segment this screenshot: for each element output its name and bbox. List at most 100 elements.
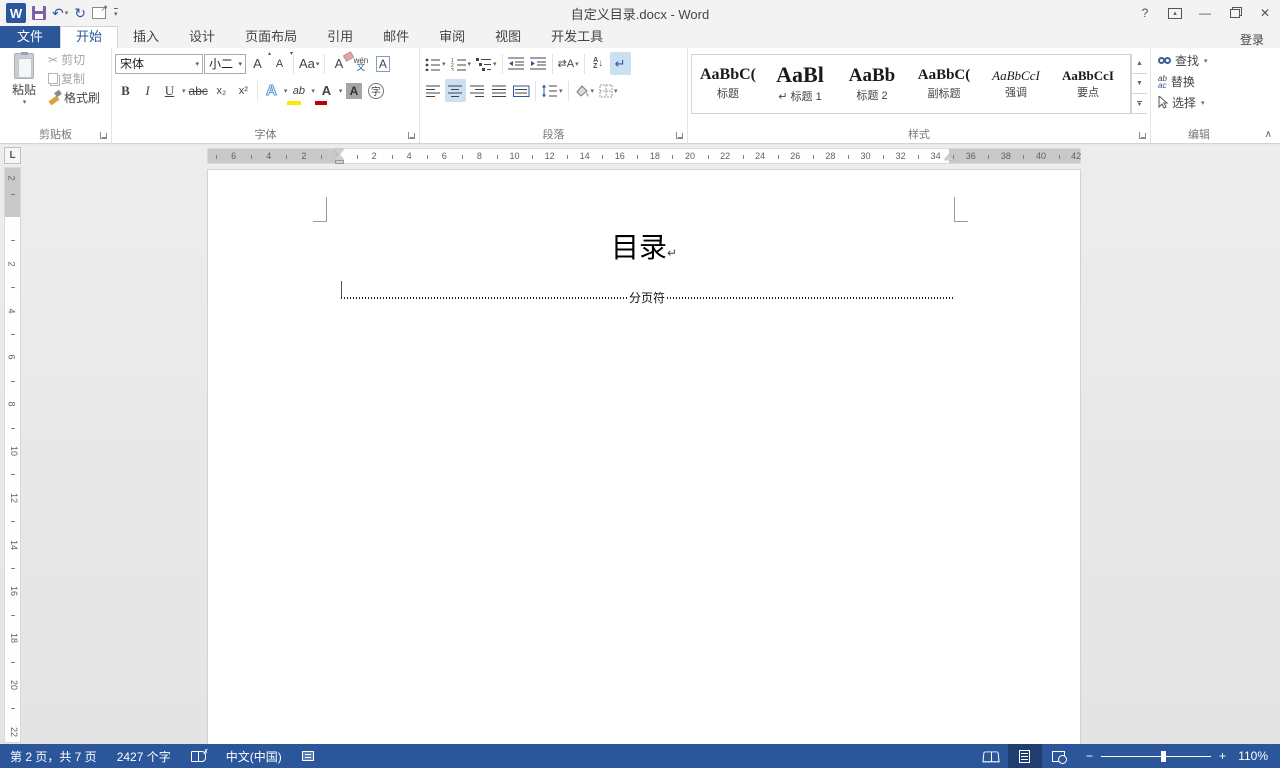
zoom-in-button[interactable]: + (1219, 749, 1226, 763)
font-dialog-launcher-icon[interactable] (407, 131, 417, 141)
style-item[interactable]: AaBbC(副标题 (908, 55, 980, 113)
highlight-button[interactable]: ab (287, 79, 309, 105)
document-page[interactable]: 目录↵ 分页符 (207, 169, 1081, 744)
strikethrough-button[interactable]: abc (187, 79, 210, 102)
tab-视图[interactable]: 视图 (480, 26, 536, 48)
line-spacing-button[interactable]: ▾ (539, 79, 565, 102)
tab-审阅[interactable]: 审阅 (424, 26, 480, 48)
numbering-button[interactable]: 1 2 3 ▾ (449, 52, 474, 75)
shading-button[interactable]: ▾ (572, 79, 597, 102)
sign-in-link[interactable]: 登录 (1240, 31, 1280, 48)
macro-record-button[interactable] (292, 744, 324, 768)
find-button[interactable]: 查找 ▾ (1154, 50, 1244, 71)
borders-button[interactable]: ▾ (597, 79, 620, 102)
text-effects-button[interactable]: A (261, 79, 282, 102)
shrink-font-button[interactable]: A (269, 50, 293, 75)
styles-scroll-up-button[interactable]: ▲ (1132, 54, 1147, 74)
underline-dropdown-icon[interactable]: ▾ (182, 87, 186, 95)
zoom-slider[interactable] (1100, 750, 1211, 762)
align-left-button[interactable] (423, 79, 444, 102)
style-item[interactable]: AaBb 标题 2 (836, 55, 908, 113)
phonetic-guide-button[interactable]: wén 文 (350, 52, 371, 75)
clipboard-dialog-launcher-icon[interactable] (99, 131, 109, 141)
font-color-button[interactable]: A (314, 79, 337, 105)
paste-button[interactable]: 粘贴 ▾ (3, 50, 45, 108)
select-dropdown-icon[interactable]: ▾ (1201, 99, 1205, 107)
vertical-ruler[interactable]: 2 2 4 6 8 10 12 14 16 18 20 22 (4, 167, 21, 743)
left-indent-marker[interactable] (335, 160, 344, 164)
grow-font-button[interactable]: A (247, 50, 271, 75)
close-button[interactable]: ✕ (1250, 0, 1280, 26)
tab-插入[interactable]: 插入 (118, 26, 174, 48)
find-dropdown-icon[interactable]: ▾ (1204, 57, 1208, 65)
format-painter-button[interactable]: 格式刷 (45, 88, 103, 107)
read-mode-icon (982, 750, 1000, 762)
asian-layout-button[interactable]: ⇄A ▾ (556, 52, 581, 75)
show-hide-marks-button[interactable]: ↵ (609, 52, 631, 75)
bold-button[interactable]: B (115, 79, 136, 102)
cut-button[interactable]: ✂ 剪切 (45, 50, 103, 69)
superscript-button[interactable]: x² (233, 79, 254, 102)
ruler-tick (11, 380, 15, 382)
ribbon-display-options-button[interactable]: ▴ (1160, 0, 1190, 26)
align-right-button[interactable] (467, 79, 488, 102)
word-count-indicator[interactable]: 2427 个字 (107, 744, 181, 768)
enclose-characters-button[interactable]: 字 (365, 79, 386, 102)
zoom-percentage[interactable]: 110% (1236, 749, 1280, 763)
font-name-combo[interactable]: 宋体 ▾ (115, 53, 203, 74)
tab-开始[interactable]: 开始 (60, 26, 119, 48)
tab-引用[interactable]: 引用 (312, 26, 368, 48)
change-case-button[interactable]: Aa ▾ (297, 52, 321, 75)
select-button[interactable]: 选择 ▾ (1154, 92, 1244, 113)
justify-button[interactable] (489, 79, 510, 102)
tab-开发工具[interactable]: 开发工具 (536, 26, 618, 48)
horizontal-ruler[interactable]: 6 4 2 2 4 6 8 10 12 14 16 18 20 22 24 26 28 30 32 34 36 38 40 4… (207, 148, 1081, 164)
restore-button[interactable] (1220, 0, 1250, 26)
decrease-indent-button[interactable] (506, 52, 527, 75)
document-heading[interactable]: 目录↵ (208, 226, 1080, 266)
distribute-button[interactable] (511, 79, 532, 102)
collapse-ribbon-button[interactable]: ∧ (1265, 129, 1272, 140)
style-item[interactable]: AaBbC(标题 (692, 55, 764, 113)
paragraph-dialog-launcher-icon[interactable] (675, 131, 685, 141)
tab-stop-selector[interactable]: L (4, 147, 21, 164)
subscript-button[interactable]: x₂ (211, 79, 232, 102)
font-size-combo[interactable]: 小二 ▾ (204, 53, 246, 74)
text-effects-dropdown-icon[interactable]: ▾ (284, 87, 288, 95)
styles-dialog-launcher-icon[interactable] (1138, 131, 1148, 141)
highlight-dropdown-icon[interactable]: ▾ (311, 87, 315, 95)
style-item[interactable]: AaBbCcI 强调 (980, 55, 1052, 113)
paste-dropdown-icon[interactable]: ▾ (23, 98, 27, 106)
sort-button[interactable]: A Z ↓ (588, 52, 609, 75)
language-indicator[interactable]: 中文(中国) (216, 744, 292, 768)
print-layout-button[interactable] (1007, 744, 1042, 768)
copy-button[interactable]: 复制 (45, 69, 103, 88)
tab-设计[interactable]: 设计 (174, 26, 230, 48)
increase-indent-button[interactable] (528, 52, 549, 75)
styles-scroll-down-button[interactable]: ▼ (1132, 74, 1147, 94)
style-item[interactable]: AaBbCcI 要点 (1052, 55, 1124, 113)
tab-file[interactable]: 文件 (0, 26, 61, 48)
style-item[interactable]: AaBl ↵ 标题 1 (764, 55, 836, 113)
bullets-button[interactable]: ▾ (423, 52, 448, 75)
replace-button[interactable]: ab ac 替换 (1154, 71, 1244, 92)
minimize-button[interactable]: — (1190, 0, 1220, 26)
multilevel-list-button[interactable]: ▾ (474, 52, 499, 75)
read-mode-button[interactable] (974, 744, 1008, 768)
character-shading-button[interactable]: A (343, 79, 364, 102)
page-number-indicator[interactable]: 第 2 页，共 7 页 (0, 744, 107, 768)
zoom-slider-handle[interactable] (1161, 750, 1167, 762)
proofing-status-button[interactable] (181, 744, 216, 768)
tab-邮件[interactable]: 邮件 (368, 26, 424, 48)
tab-页面布局[interactable]: 页面布局 (230, 26, 312, 48)
underline-button[interactable]: U (159, 79, 180, 102)
italic-button[interactable]: I (137, 79, 158, 102)
font-color-dropdown-icon[interactable]: ▾ (339, 87, 343, 95)
styles-more-button[interactable]: ▼ (1132, 94, 1147, 114)
help-button[interactable]: ? (1130, 0, 1160, 26)
zoom-out-button[interactable]: − (1086, 749, 1093, 763)
align-center-button[interactable] (445, 79, 466, 102)
clear-formatting-button[interactable]: A (328, 52, 349, 75)
web-layout-button[interactable] (1042, 744, 1076, 768)
character-border-button[interactable]: A (372, 52, 393, 75)
